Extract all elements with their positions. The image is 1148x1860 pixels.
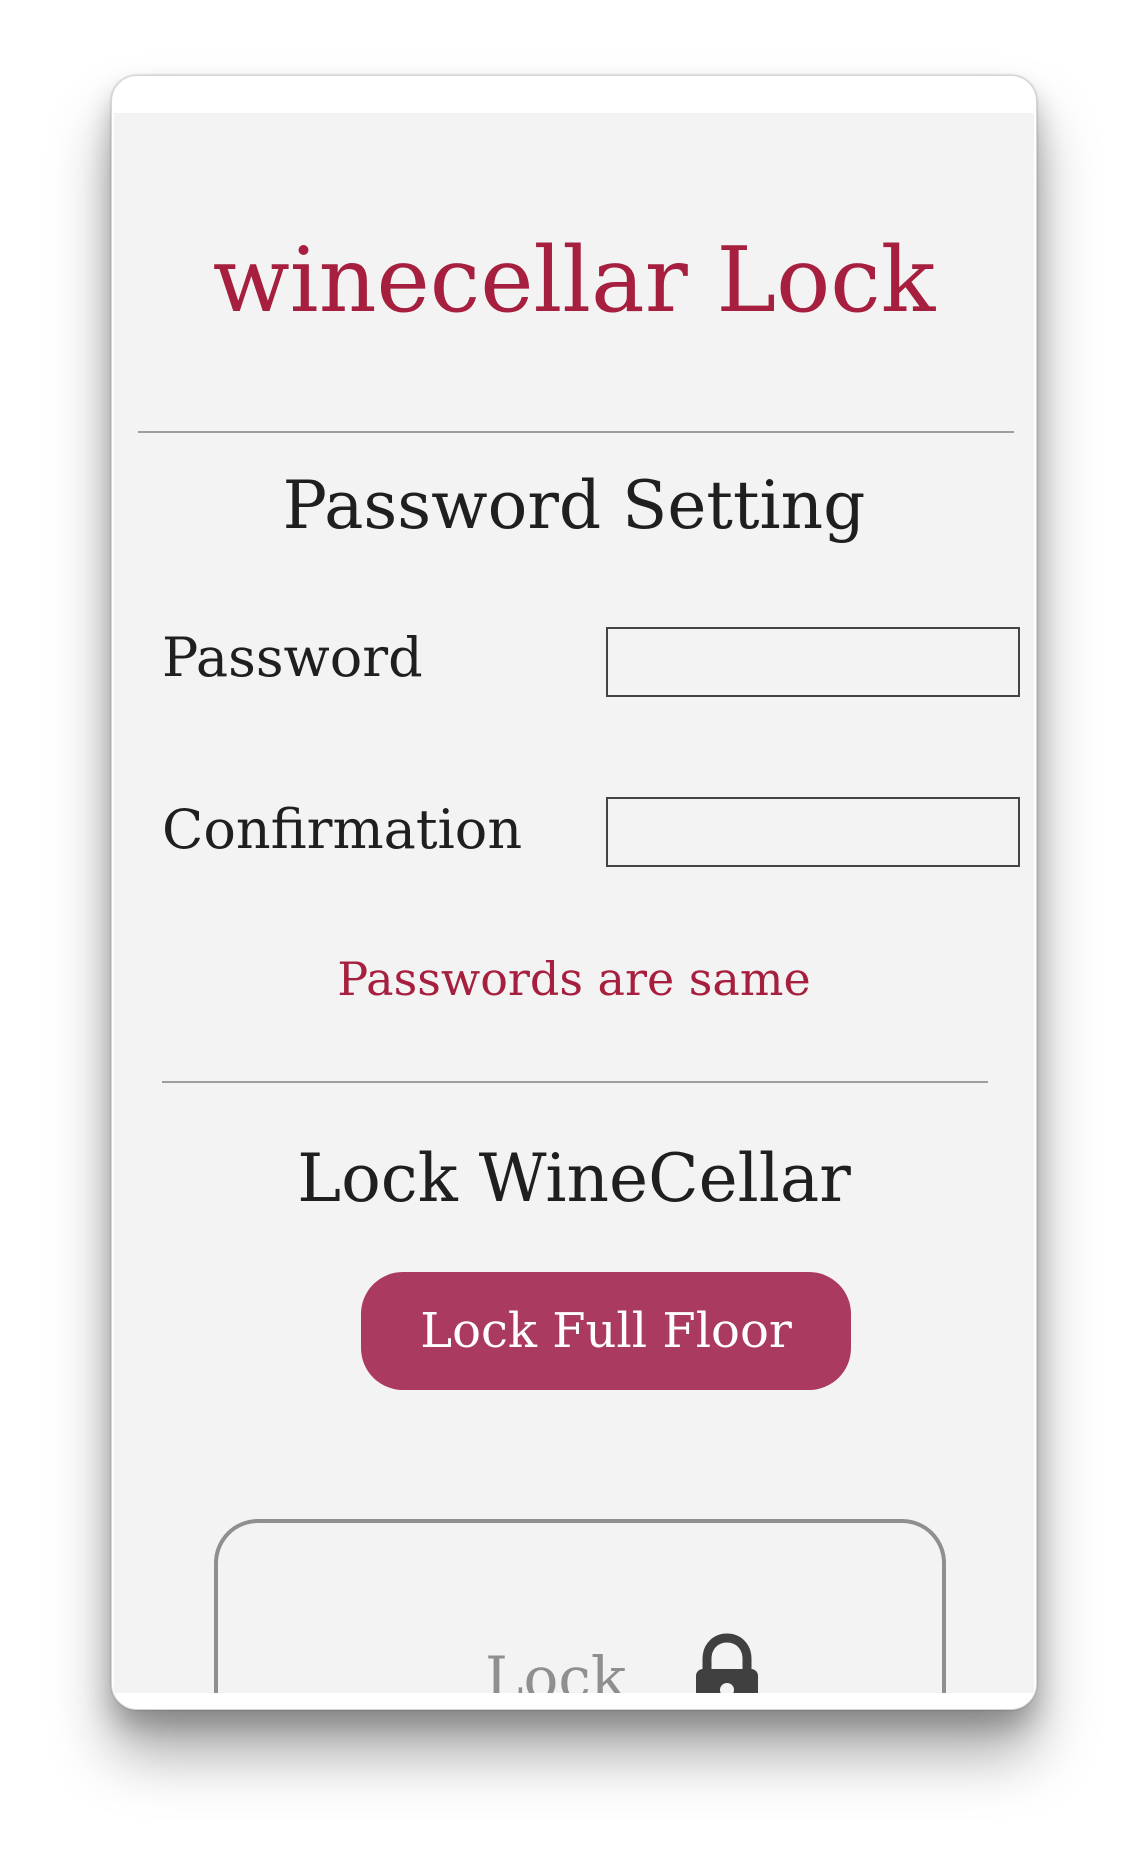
password-label: Password	[162, 626, 423, 689]
confirmation-input[interactable]	[606, 797, 1020, 867]
phone-frame: winecellar Lock Password Setting Passwor…	[111, 75, 1037, 1710]
lock-button[interactable]: Lock	[214, 1519, 946, 1693]
confirmation-label: Confirmation	[162, 798, 523, 861]
lock-button-label: Lock	[485, 1644, 627, 1693]
password-status-message: Passwords are same	[337, 952, 811, 1006]
app-screen: winecellar Lock Password Setting Passwor…	[114, 113, 1034, 1693]
title-divider	[138, 431, 1014, 433]
section-divider	[162, 1081, 988, 1083]
lock-full-floor-button[interactable]: Lock Full Floor	[361, 1272, 851, 1390]
app-title: winecellar Lock	[212, 228, 936, 333]
lock-winecellar-heading: Lock WineCellar	[297, 1140, 851, 1217]
padlock-icon	[692, 1631, 762, 1693]
password-input[interactable]	[606, 627, 1020, 697]
password-setting-heading: Password Setting	[282, 467, 866, 544]
